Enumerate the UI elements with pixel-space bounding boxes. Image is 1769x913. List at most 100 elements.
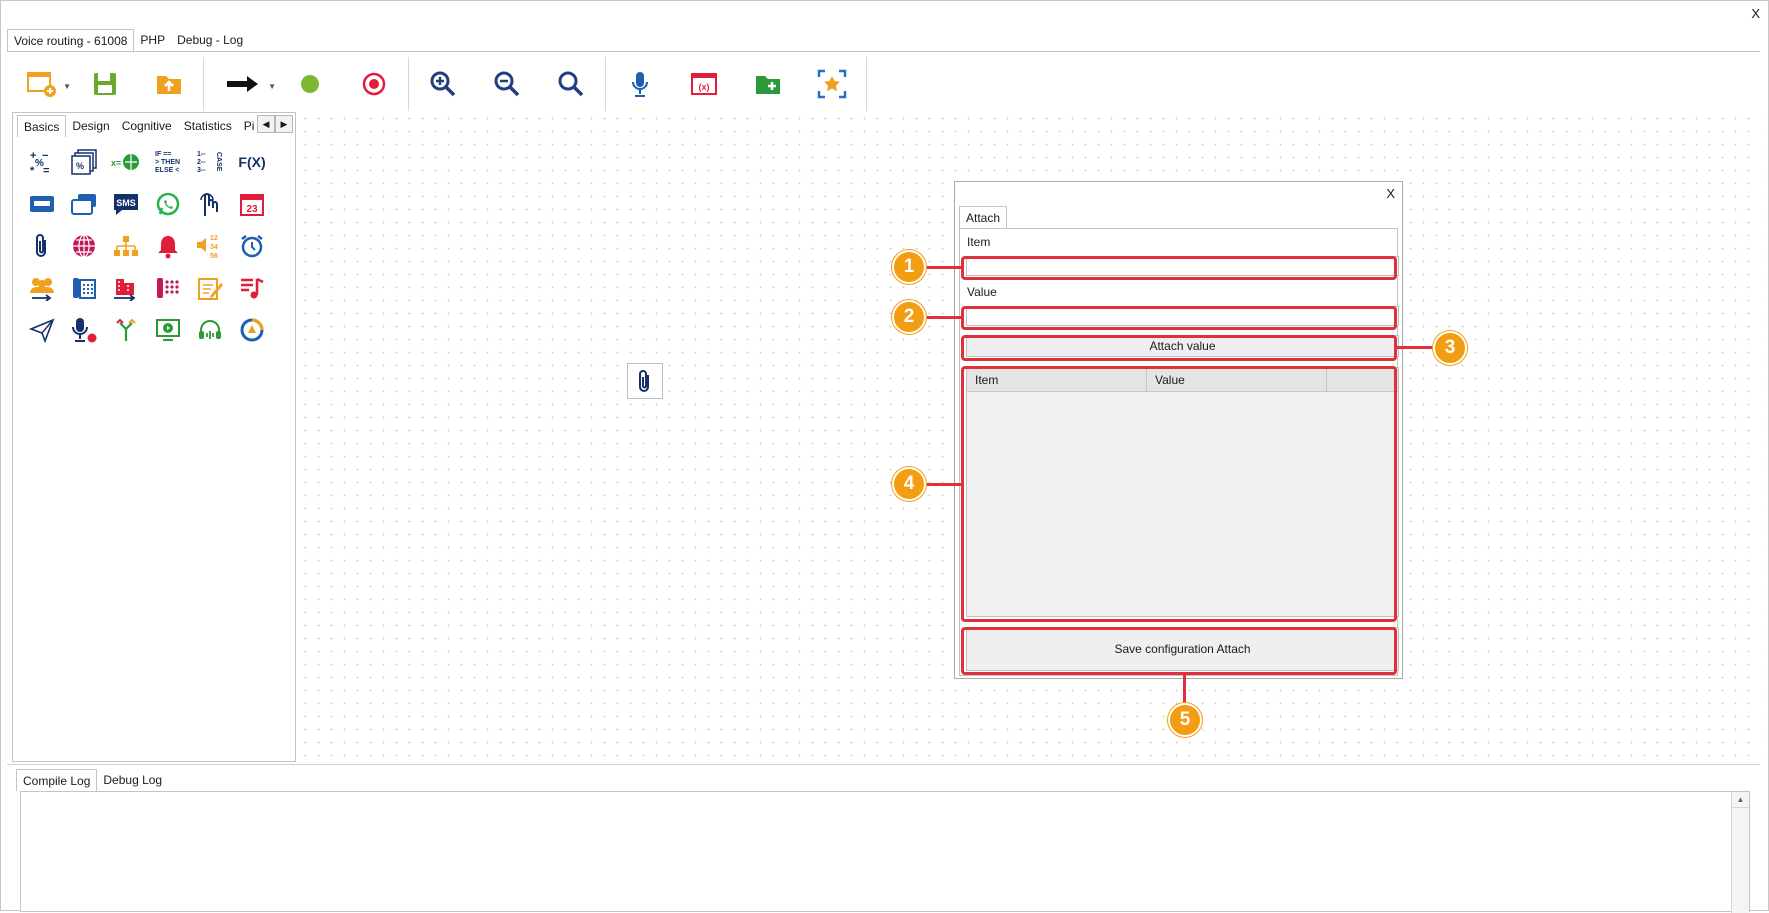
zoom-in-button[interactable] bbox=[411, 55, 475, 113]
chevron-down-icon[interactable]: ▼ bbox=[63, 82, 71, 91]
svg-text:23: 23 bbox=[246, 204, 258, 215]
auto-layout-button[interactable] bbox=[800, 55, 864, 113]
svg-text:x=: x= bbox=[111, 158, 121, 168]
calculator-icon[interactable]: + −% * = bbox=[21, 141, 63, 183]
if-then-else-icon[interactable]: IF == > THEN ELSE < bbox=[147, 141, 189, 183]
application-window: X Voice routing - 61008 PHP Debug - Log … bbox=[0, 0, 1769, 913]
column-item[interactable]: Item bbox=[967, 368, 1147, 391]
globe-icon[interactable] bbox=[63, 225, 105, 267]
palette-tabs: Basics Design Cognitive Statistics Pi bbox=[17, 115, 254, 137]
announce-numbers-icon[interactable]: 12 34 56 bbox=[189, 225, 231, 267]
attached-values-grid[interactable]: Item Value bbox=[966, 367, 1399, 617]
start-icon bbox=[301, 75, 319, 93]
callout-arrow-2 bbox=[927, 316, 961, 319]
microphone-icon bbox=[632, 72, 648, 97]
callout-arrow-3 bbox=[1397, 346, 1437, 349]
export-button[interactable] bbox=[137, 55, 201, 113]
callout-arrow-5 bbox=[1183, 675, 1186, 703]
palette-tab-statistics[interactable]: Statistics bbox=[178, 115, 238, 137]
zoom-in-icon bbox=[430, 71, 456, 97]
sms-icon[interactable]: SMS bbox=[105, 183, 147, 225]
stacked-calc-icon[interactable]: % bbox=[63, 141, 105, 183]
zoom-fit-icon bbox=[558, 71, 584, 97]
dialpad-icon[interactable] bbox=[147, 267, 189, 309]
cycle-alert-icon[interactable] bbox=[231, 309, 273, 351]
variables-button[interactable]: (x) bbox=[672, 55, 736, 113]
svg-text:ELSE <: ELSE < bbox=[155, 167, 179, 174]
svg-text:CASE: CASE bbox=[215, 152, 222, 172]
whatsapp-icon[interactable] bbox=[147, 183, 189, 225]
panel-divider[interactable] bbox=[7, 764, 1760, 765]
palette-tab-basics[interactable]: Basics bbox=[17, 115, 67, 137]
scroll-up-icon[interactable]: ▲ bbox=[1732, 792, 1749, 808]
chevron-down-icon[interactable]: ▼ bbox=[268, 82, 276, 91]
record-mic-icon[interactable] bbox=[63, 309, 105, 351]
svg-text:IF ==: IF == bbox=[155, 151, 171, 158]
connector-button[interactable]: ▼ bbox=[206, 55, 278, 113]
microphone-button[interactable] bbox=[608, 55, 672, 113]
alarm-bell-icon[interactable] bbox=[147, 225, 189, 267]
callout-4: 4 bbox=[892, 467, 926, 501]
palette-tab-cognitive[interactable]: Cognitive bbox=[116, 115, 178, 137]
attach-node[interactable] bbox=[627, 363, 663, 399]
building-transfer-icon[interactable] bbox=[105, 267, 147, 309]
value-input[interactable] bbox=[966, 306, 1399, 326]
item-input[interactable] bbox=[966, 256, 1399, 276]
send-icon[interactable] bbox=[21, 309, 63, 351]
log-output[interactable]: ▲ bbox=[20, 791, 1750, 913]
org-chart-icon[interactable] bbox=[105, 225, 147, 267]
alarm-clock-icon[interactable] bbox=[231, 225, 273, 267]
toolbar-separator bbox=[408, 57, 409, 111]
tab-debug-log-panel[interactable]: Debug Log bbox=[97, 769, 168, 791]
callout-arrow-4 bbox=[927, 483, 961, 486]
tab-debug-log[interactable]: Debug - Log bbox=[171, 29, 249, 51]
group-transfer-icon[interactable] bbox=[21, 267, 63, 309]
paperclip-icon[interactable] bbox=[21, 225, 63, 267]
save-icon bbox=[94, 73, 116, 95]
scroll-right-icon[interactable]: ▶ bbox=[275, 115, 293, 133]
palette-tab-more[interactable]: Pi bbox=[238, 115, 254, 137]
tab-compile-log[interactable]: Compile Log bbox=[16, 769, 98, 791]
web-variable-icon[interactable]: x= bbox=[105, 141, 147, 183]
export-icon bbox=[157, 76, 181, 94]
headset-icon[interactable] bbox=[189, 309, 231, 351]
arrow-icon bbox=[227, 76, 258, 92]
svg-text:=: = bbox=[43, 165, 49, 176]
add-folder-button[interactable] bbox=[736, 55, 800, 113]
window-close-button[interactable]: X bbox=[1751, 6, 1760, 21]
tab-php[interactable]: PHP bbox=[134, 29, 171, 51]
item-label: Item bbox=[967, 235, 991, 249]
dialog-close-button[interactable]: X bbox=[1386, 186, 1395, 201]
video-play-icon[interactable] bbox=[147, 309, 189, 351]
log-panel: Compile Log Debug Log ▲ bbox=[12, 767, 1760, 913]
touch-icon[interactable] bbox=[189, 183, 231, 225]
stop-button[interactable] bbox=[342, 55, 406, 113]
grid-header: Item Value bbox=[967, 368, 1398, 392]
start-button[interactable] bbox=[278, 55, 342, 113]
svg-text:34: 34 bbox=[210, 244, 218, 251]
cards-stack-icon[interactable] bbox=[63, 183, 105, 225]
function-icon[interactable]: F(X) bbox=[231, 141, 273, 183]
save-configuration-button[interactable]: Save configuration Attach bbox=[966, 627, 1399, 671]
scroll-left-icon[interactable]: ◀ bbox=[257, 115, 275, 133]
column-value[interactable]: Value bbox=[1147, 368, 1327, 391]
case-icon[interactable]: 1-- 2-- 3-- CASE bbox=[189, 141, 231, 183]
top-tabs: Voice routing - 61008 PHP Debug - Log bbox=[7, 29, 249, 51]
zoom-out-icon bbox=[494, 71, 520, 97]
tab-voice-routing[interactable]: Voice routing - 61008 bbox=[7, 29, 135, 51]
zoom-fit-button[interactable] bbox=[539, 55, 603, 113]
zoom-out-button[interactable] bbox=[475, 55, 539, 113]
split-route-icon[interactable] bbox=[105, 309, 147, 351]
log-tabs: Compile Log Debug Log bbox=[16, 769, 168, 791]
attach-value-button[interactable]: Attach value bbox=[966, 335, 1399, 357]
calendar-icon[interactable]: 23 bbox=[231, 183, 273, 225]
save-button[interactable] bbox=[73, 55, 137, 113]
desk-phone-icon[interactable] bbox=[63, 267, 105, 309]
playlist-music-icon[interactable] bbox=[231, 267, 273, 309]
new-flow-button[interactable]: ▼ bbox=[9, 55, 73, 113]
log-scrollbar[interactable]: ▲ bbox=[1731, 792, 1749, 913]
note-edit-icon[interactable] bbox=[189, 267, 231, 309]
card-icon[interactable] bbox=[21, 183, 63, 225]
palette-tab-design[interactable]: Design bbox=[66, 115, 115, 137]
tab-attach[interactable]: Attach bbox=[959, 206, 1008, 228]
